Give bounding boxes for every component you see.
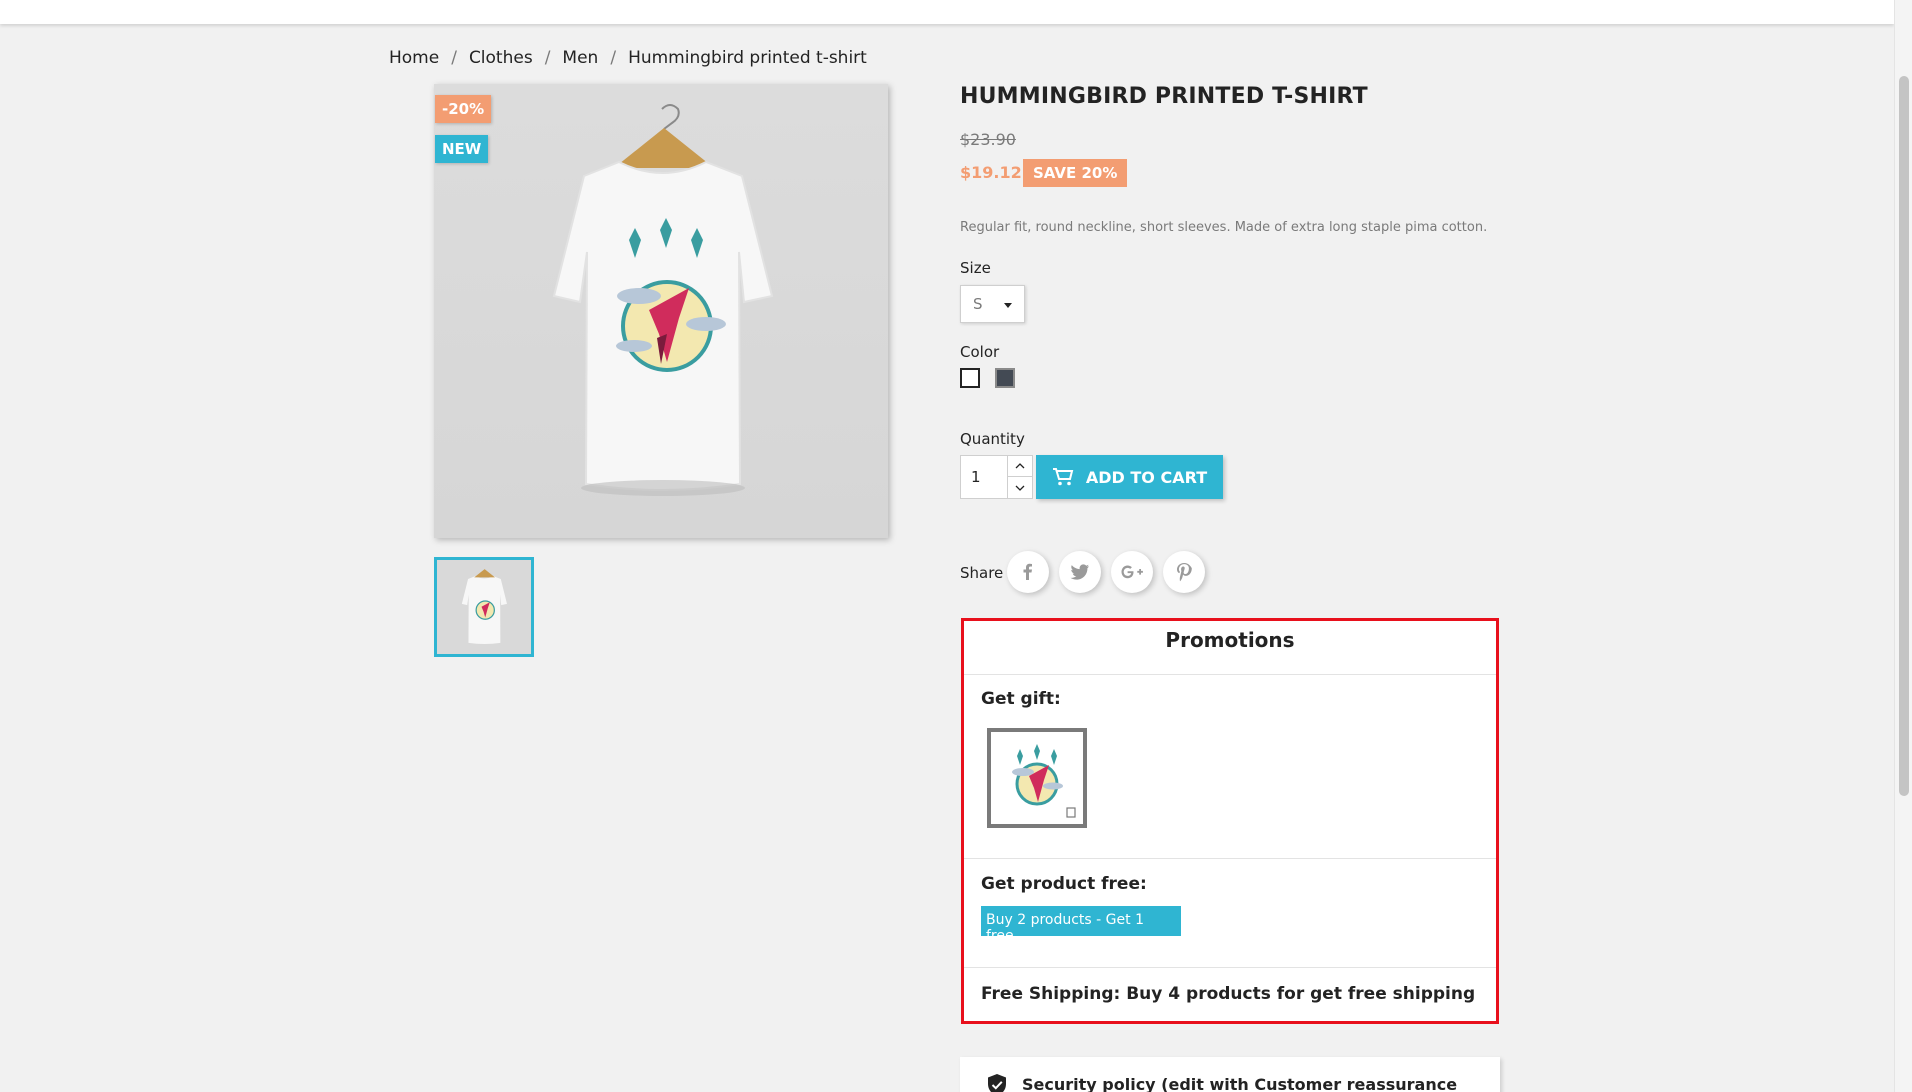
- size-select[interactable]: S: [960, 285, 1025, 323]
- product-title: HUMMINGBIRD PRINTED T-SHIRT: [960, 84, 1368, 109]
- save-badge: SAVE 20%: [1023, 159, 1128, 187]
- free-product-label: Get product free:: [981, 874, 1147, 894]
- promotions-title: Promotions: [964, 621, 1496, 675]
- chevron-down-icon: [1015, 485, 1025, 491]
- pinterest-icon: [1177, 563, 1192, 582]
- quantity-label: Quantity: [960, 430, 1025, 448]
- add-to-cart-label: ADD TO CART: [1085, 467, 1208, 487]
- size-selected-value: S: [973, 295, 983, 313]
- breadcrumb-men[interactable]: Men: [562, 48, 598, 68]
- quantity-decrease-button[interactable]: [1007, 477, 1032, 498]
- current-price: $19.12: [960, 163, 1022, 182]
- breadcrumb: Home / Clothes / Men / Hummingbird print…: [389, 48, 867, 68]
- breadcrumb-home[interactable]: Home: [389, 48, 439, 68]
- free-shipping-text: Free Shipping: Buy 4 products for get fr…: [981, 984, 1476, 1004]
- share-pinterest-button[interactable]: [1163, 551, 1205, 593]
- promotions-panel: Promotions Get gift: Get product free: B…: [961, 618, 1499, 1024]
- header-bar: [0, 0, 1894, 24]
- product-cover-image[interactable]: [434, 84, 888, 538]
- divider: [964, 858, 1496, 859]
- scrollbar[interactable]: [1894, 0, 1912, 1092]
- quantity-stepper: [960, 455, 1033, 499]
- file-icon: [1066, 807, 1076, 818]
- tshirt-thumbnail-image: [461, 569, 507, 645]
- security-policy-text: Security policy (edit with Customer reas…: [1022, 1075, 1458, 1092]
- google-plus-icon: [1121, 565, 1143, 579]
- breadcrumb-separator: /: [544, 48, 551, 68]
- gift-product-image[interactable]: [987, 728, 1087, 828]
- color-swatch-grey[interactable]: [995, 368, 1015, 388]
- share-label: Share: [960, 564, 1004, 582]
- gift-hummingbird-image: [1012, 744, 1076, 818]
- free-product-offer-link[interactable]: Buy 2 products - Get 1 free: [981, 906, 1181, 944]
- quantity-increase-button[interactable]: [1007, 456, 1032, 477]
- breadcrumb-clothes[interactable]: Clothes: [469, 48, 533, 68]
- color-label: Color: [960, 343, 1000, 361]
- share-facebook-button[interactable]: [1007, 551, 1049, 593]
- product-short-description: Regular fit, round neckline, short sleev…: [960, 220, 1488, 235]
- scrollbar-thumb[interactable]: [1899, 76, 1909, 796]
- chevron-down-icon: [1004, 303, 1012, 308]
- add-to-cart-button[interactable]: ADD TO CART: [1036, 455, 1223, 499]
- regular-price: $23.90: [960, 130, 1016, 149]
- size-label: Size: [960, 259, 991, 277]
- share-google-plus-button[interactable]: [1111, 551, 1153, 593]
- discount-flag: -20%: [435, 95, 492, 123]
- divider: [964, 967, 1496, 968]
- gift-label: Get gift:: [981, 689, 1061, 709]
- product-thumbnail[interactable]: [434, 557, 534, 657]
- tshirt-image: [552, 104, 774, 496]
- reassurance-block: Security policy (edit with Customer reas…: [960, 1057, 1500, 1092]
- breadcrumb-separator: /: [610, 48, 617, 68]
- share-twitter-button[interactable]: [1059, 551, 1101, 593]
- shopping-cart-icon: [1052, 468, 1074, 486]
- color-swatch-white[interactable]: [960, 368, 980, 388]
- breadcrumb-separator: /: [451, 48, 457, 68]
- twitter-icon: [1070, 564, 1089, 580]
- facebook-icon: [1023, 563, 1032, 580]
- breadcrumb-current[interactable]: Hummingbird printed t-shirt: [628, 48, 867, 68]
- chevron-up-icon: [1015, 463, 1025, 469]
- new-flag: NEW: [435, 135, 489, 163]
- shield-check-icon: [988, 1074, 1006, 1092]
- quantity-input[interactable]: [961, 456, 1007, 498]
